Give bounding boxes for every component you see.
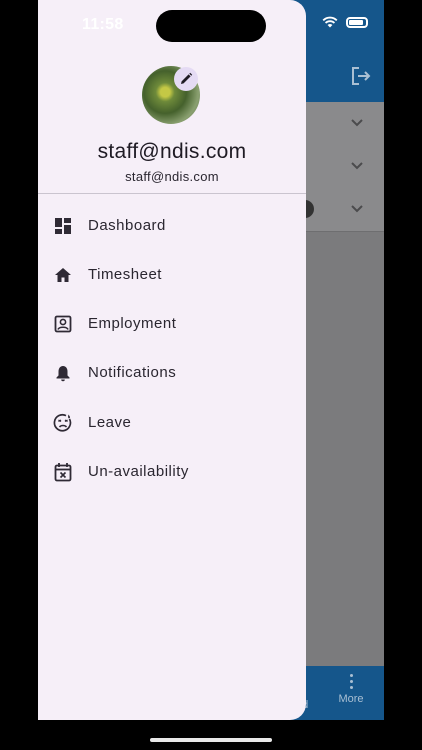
home-indicator[interactable]	[150, 738, 272, 742]
chevron-down-icon	[351, 162, 363, 170]
sick-face-icon	[53, 413, 73, 433]
account-box-icon	[53, 314, 73, 334]
menu-item-label: Dashboard	[88, 217, 166, 234]
more-vert-icon	[336, 674, 366, 689]
edit-avatar-button[interactable]	[174, 67, 198, 91]
menu-item-dashboard[interactable]: Dashboard	[38, 201, 306, 250]
menu-item-label: Timesheet	[88, 266, 162, 283]
chevron-down-icon	[351, 205, 363, 213]
menu-item-employment[interactable]: Employment	[38, 299, 306, 348]
divider	[38, 193, 306, 194]
menu-item-label: Un-availability	[88, 463, 189, 480]
home-icon	[53, 265, 73, 285]
dynamic-island	[156, 10, 266, 42]
status-icons	[322, 16, 368, 28]
menu-item-notifications[interactable]: Notifications	[38, 348, 306, 397]
user-name: staff@ndis.com	[97, 140, 247, 163]
navigation-drawer: 11:58 staff@ndis.com staff@ndis.com Dash…	[38, 0, 306, 720]
pencil-icon	[181, 72, 193, 84]
calendar-x-icon	[53, 462, 73, 482]
logout-icon[interactable]	[350, 66, 372, 86]
status-time: 11:58	[82, 16, 124, 33]
menu-item-label: Employment	[88, 315, 177, 332]
nav-item-label: More	[338, 693, 364, 705]
nav-item-more[interactable]: More	[336, 674, 366, 705]
menu-item-unavailability[interactable]: Un-availability	[38, 447, 306, 496]
bell-icon	[53, 363, 73, 383]
chevron-down-icon	[351, 119, 363, 127]
user-email: staff@ndis.com	[125, 169, 219, 184]
menu-item-leave[interactable]: Leave	[38, 398, 306, 447]
battery-icon	[346, 16, 368, 28]
menu-item-timesheet[interactable]: Timesheet	[38, 250, 306, 299]
dashboard-icon	[53, 216, 73, 236]
menu-item-label: Notifications	[88, 364, 177, 381]
menu-item-label: Leave	[88, 414, 132, 431]
wifi-icon	[322, 16, 338, 28]
